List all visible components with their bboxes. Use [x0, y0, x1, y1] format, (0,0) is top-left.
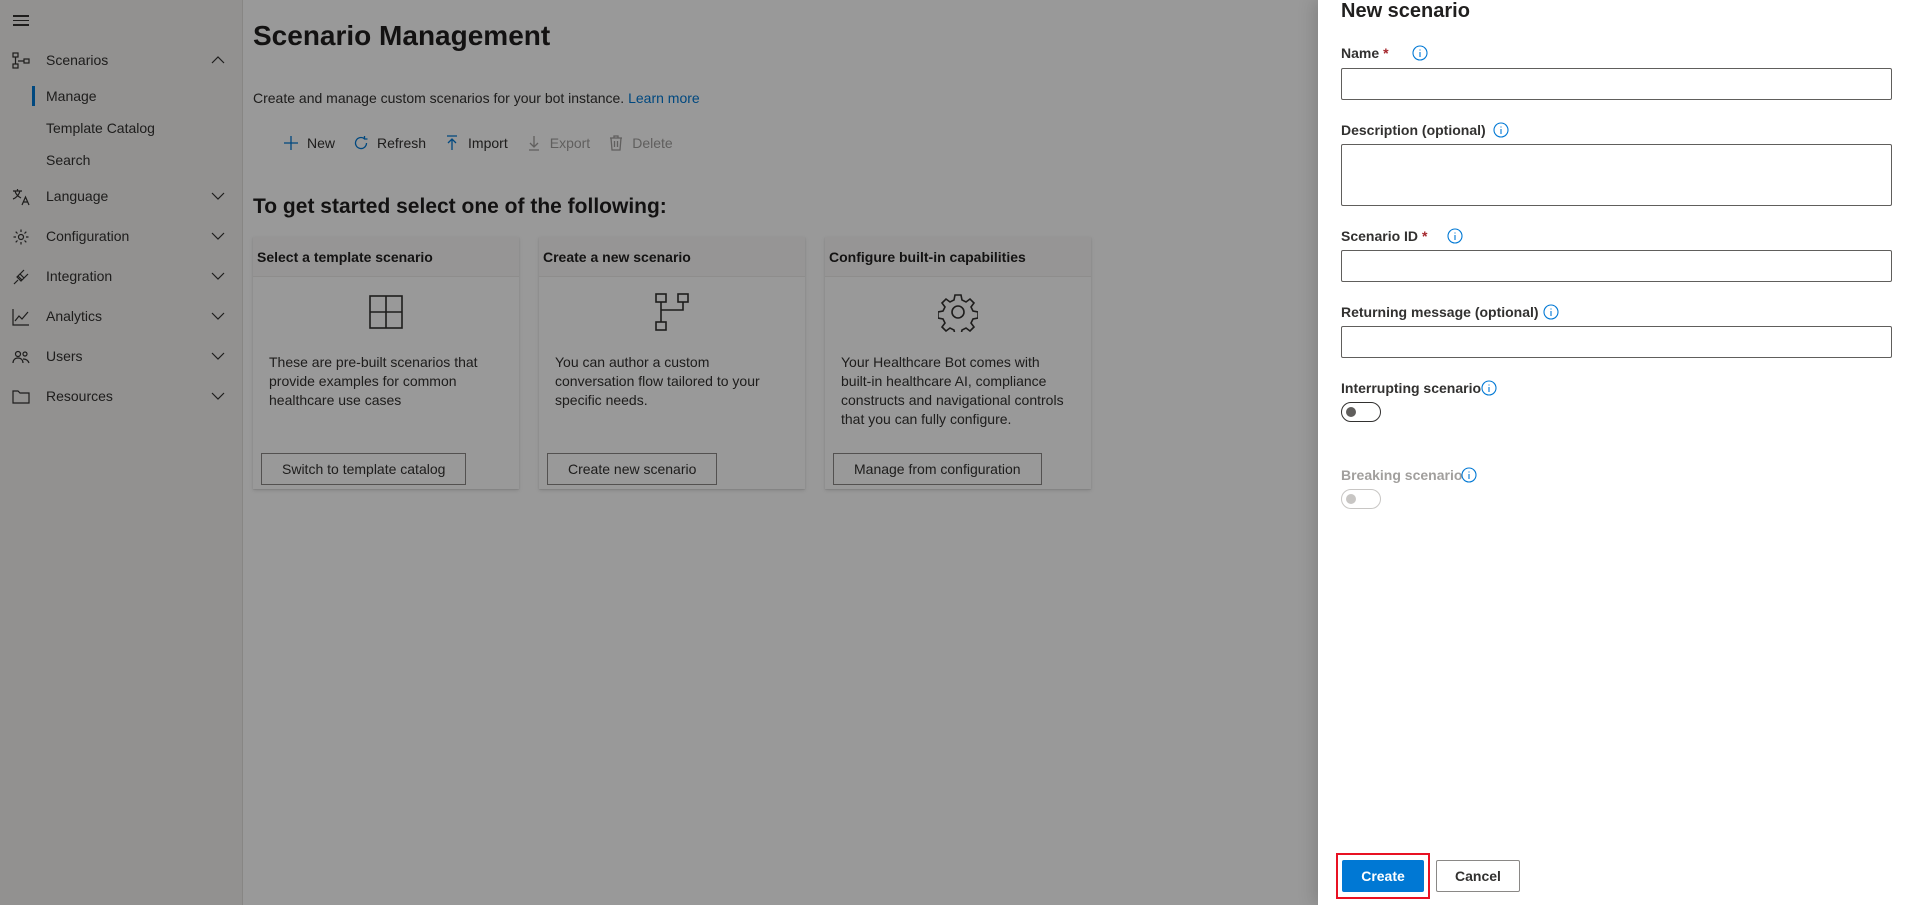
info-icon[interactable] [1461, 467, 1477, 483]
scenario-id-label: Scenario ID * [1341, 228, 1427, 244]
interrupting-toggle[interactable] [1341, 402, 1381, 422]
info-icon[interactable] [1481, 380, 1497, 396]
modal-overlay[interactable] [0, 0, 1318, 905]
breaking-label: Breaking scenario [1341, 467, 1462, 483]
cancel-button[interactable]: Cancel [1436, 860, 1520, 892]
description-textarea[interactable] [1341, 144, 1892, 206]
scenario-id-input[interactable] [1341, 250, 1892, 282]
new-scenario-panel: New scenario Name * Description (optiona… [1318, 0, 1911, 905]
toggle-knob [1346, 407, 1356, 417]
name-label-text: Name [1341, 45, 1380, 61]
scenario-id-label-text: Scenario ID [1341, 228, 1419, 244]
interrupting-label-text: Interrupting scenario [1341, 380, 1482, 396]
info-icon[interactable] [1543, 304, 1559, 320]
description-label-text: Description (optional) [1341, 122, 1486, 138]
info-icon[interactable] [1447, 228, 1463, 244]
returning-message-label: Returning message (optional) [1341, 304, 1539, 320]
info-icon[interactable] [1412, 45, 1428, 61]
info-icon[interactable] [1493, 122, 1509, 138]
description-label: Description (optional) [1341, 122, 1486, 138]
create-button[interactable]: Create [1342, 860, 1424, 892]
returning-message-label-text: Returning message (optional) [1341, 304, 1539, 320]
name-input[interactable] [1341, 68, 1892, 100]
required-marker: * [1422, 228, 1428, 244]
breaking-label-text: Breaking scenario [1341, 467, 1463, 483]
panel-title: New scenario [1341, 0, 1470, 22]
toggle-knob [1346, 494, 1356, 504]
returning-message-input[interactable] [1341, 326, 1892, 358]
interrupting-label: Interrupting scenario [1341, 380, 1481, 396]
breaking-toggle [1341, 489, 1381, 509]
name-label: Name * [1341, 45, 1389, 61]
required-marker: * [1383, 45, 1389, 61]
